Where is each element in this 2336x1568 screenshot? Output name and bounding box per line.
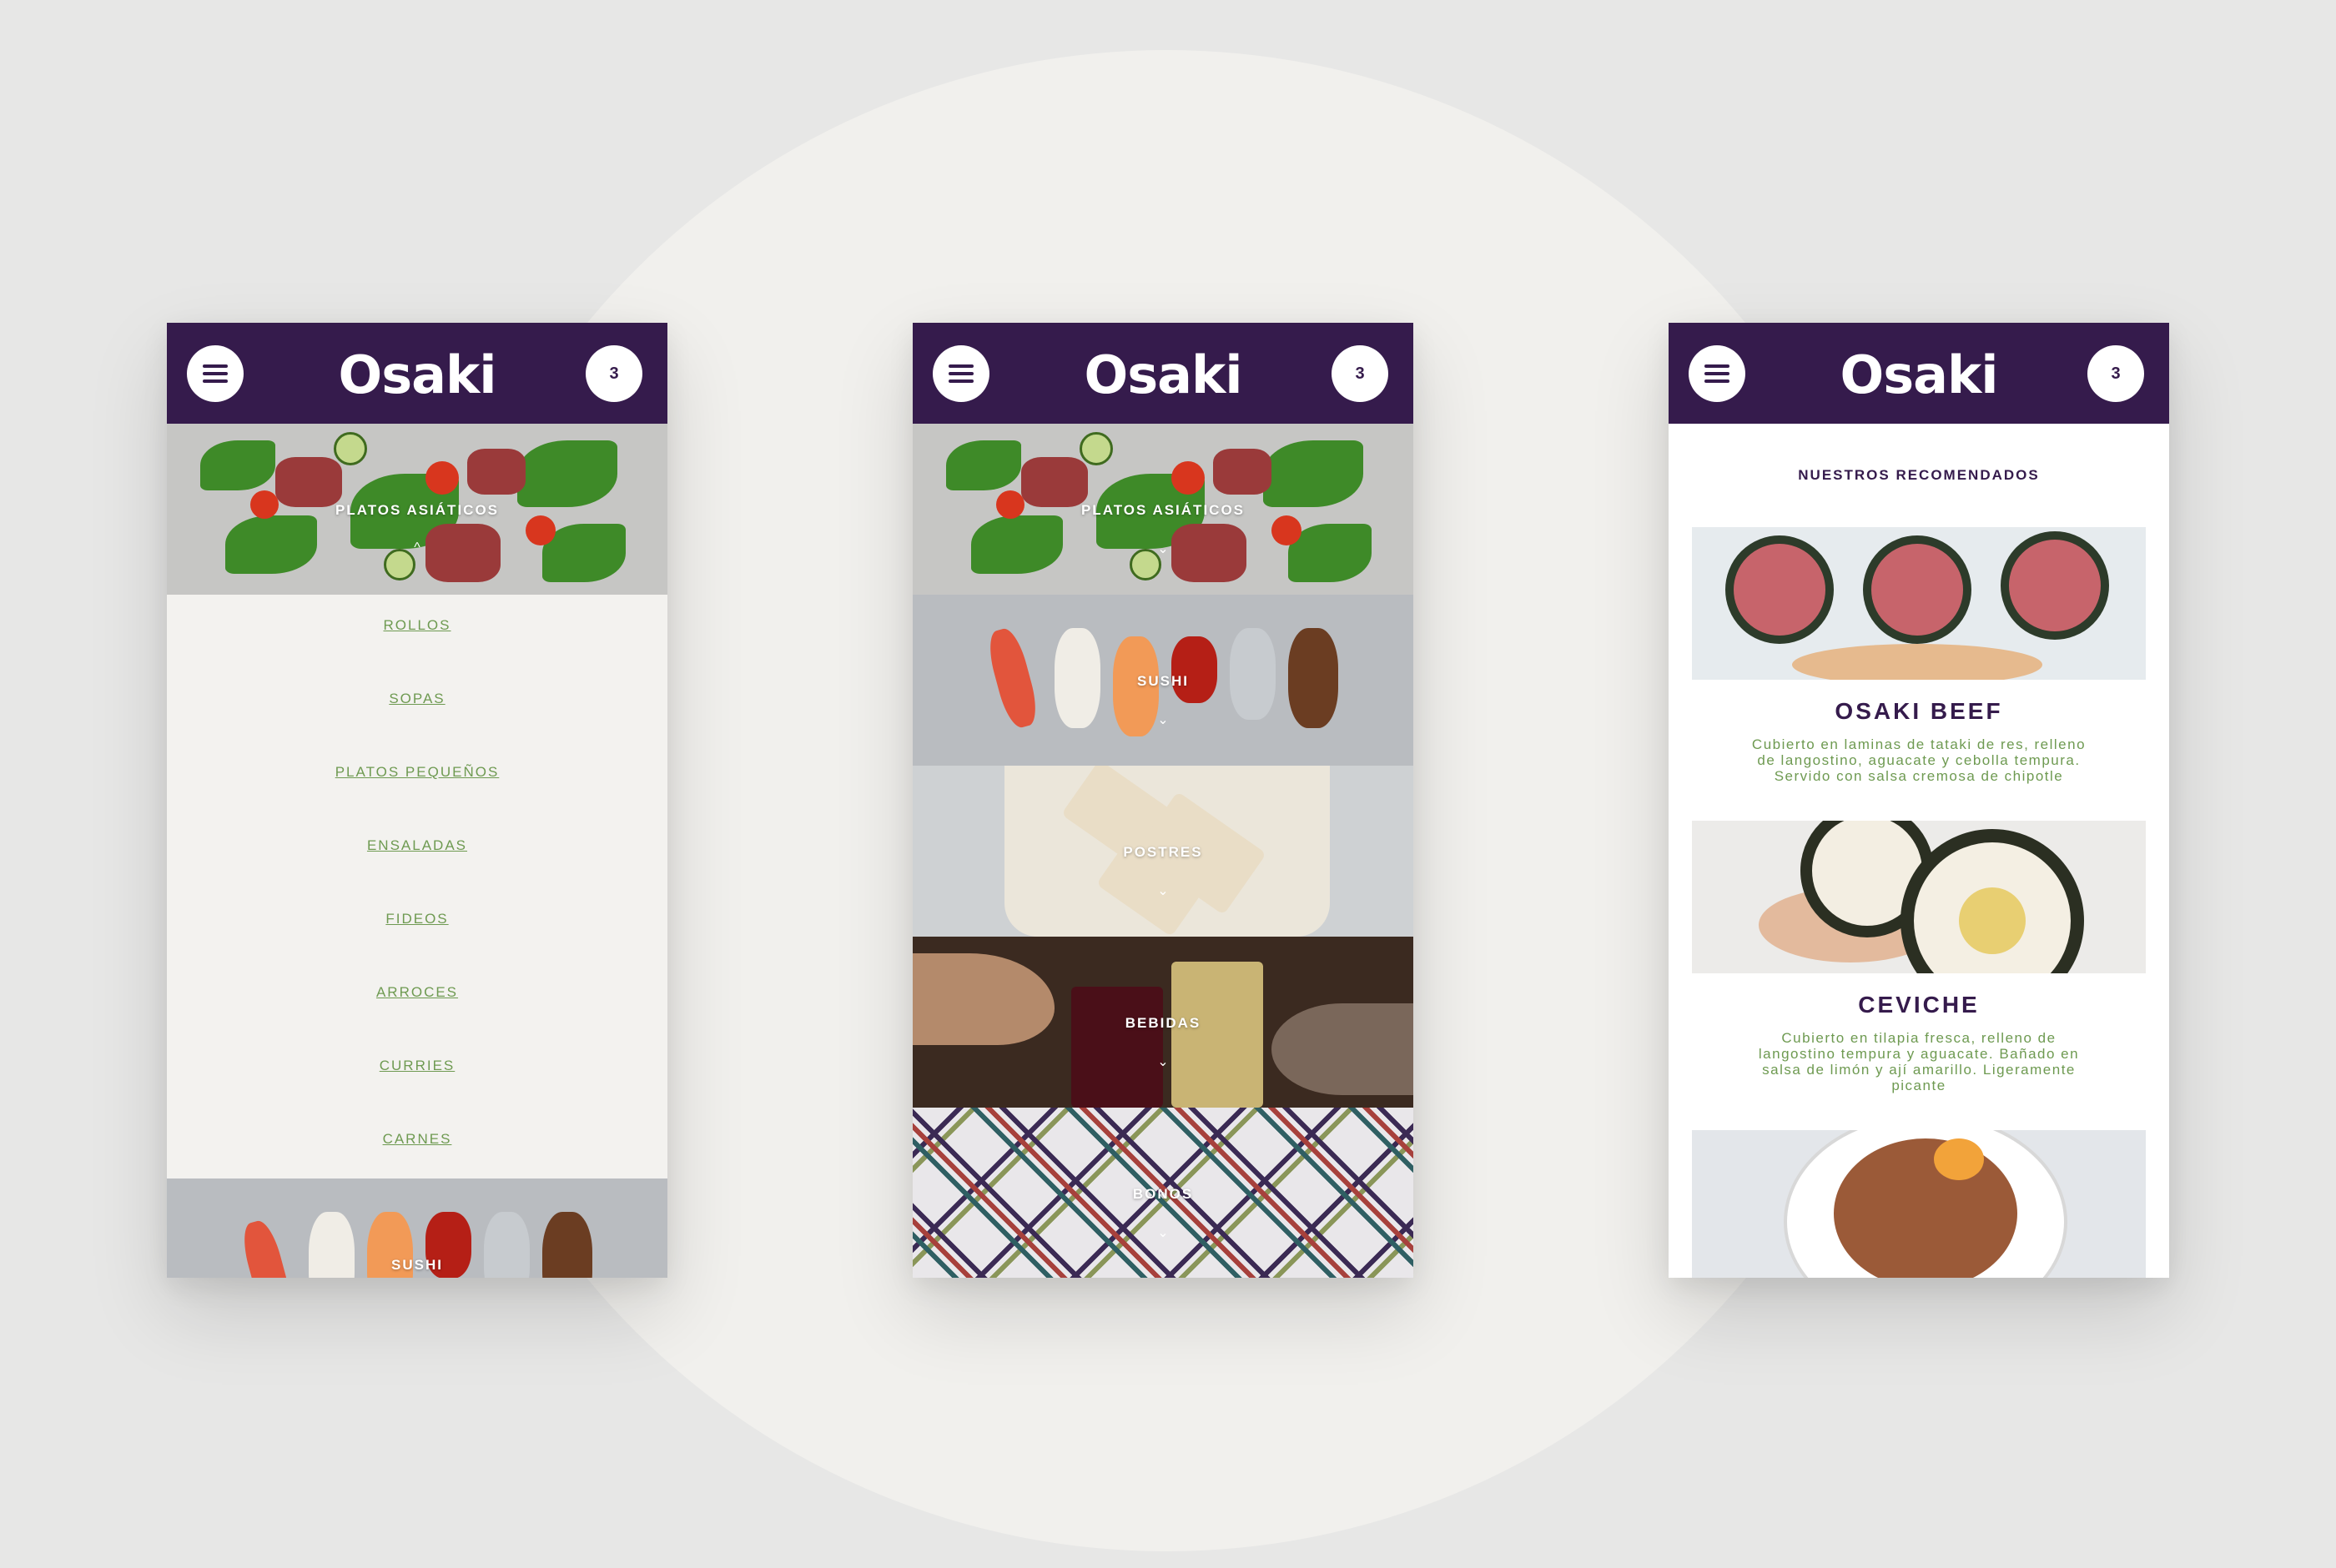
submenu-list: ROLLOS SOPAS PLATOS PEQUEÑOS ENSALADAS F…	[167, 595, 667, 1179]
submenu-item-platos-pequenos[interactable]: PLATOS PEQUEÑOS	[167, 765, 667, 838]
category-label: BEBIDAS	[1125, 1015, 1201, 1031]
cart-count-button[interactable]: 3	[586, 345, 642, 402]
phone-screen-submenu: Osaki 3 PLATOS ASIÁTICOS ^ ROLLOS SOPAS …	[167, 323, 667, 1278]
category-tile-sushi[interactable]: SUSHI ⌄	[913, 595, 1413, 766]
phone-screen-recommended: Osaki 3 NUESTROS RECOMENDADOS OSAKI BEEF…	[1669, 323, 2169, 1278]
cart-count-button[interactable]: 3	[2087, 345, 2144, 402]
chevron-down-icon: ⌄	[1157, 1226, 1169, 1240]
chevron-down-icon: ⌄	[1157, 1055, 1169, 1069]
cart-count-button[interactable]: 3	[1332, 345, 1388, 402]
submenu-item-arroces[interactable]: ARROCES	[167, 985, 667, 1058]
submenu-item-fideos[interactable]: FIDEOS	[167, 912, 667, 985]
category-tile-bonos[interactable]: BONOS ⌄	[913, 1108, 1413, 1278]
chevron-down-icon: ⌄	[1157, 713, 1169, 727]
category-label: PLATOS ASIÁTICOS	[1080, 502, 1246, 518]
chevron-up-icon: ^	[414, 540, 420, 555]
category-tile-bebidas[interactable]: BEBIDAS ⌄	[913, 937, 1413, 1108]
category-label: SUSHI	[391, 1257, 443, 1273]
category-tile-sushi[interactable]: SUSHI	[167, 1179, 667, 1278]
dish-description: Cubierto en tilapia fresca, relleno de l…	[1758, 1030, 2080, 1093]
recommended-item-partial[interactable]	[1669, 1130, 2169, 1278]
section-title: NUESTROS RECOMENDADOS	[1798, 467, 2040, 483]
dish-image	[1692, 527, 2146, 680]
category-label: PLATOS ASIÁTICOS	[335, 502, 500, 518]
app-header: Osaki 3	[1669, 323, 2169, 424]
category-tile-postres[interactable]: POSTRES ⌄	[913, 766, 1413, 937]
submenu-item-rollos[interactable]: ROLLOS	[167, 618, 667, 691]
app-header: Osaki 3	[913, 323, 1413, 424]
phone-screen-categories: Osaki 3 PLATOS ASIÁTICOS ⌄ SUSHI ⌄ POSTR	[913, 323, 1413, 1278]
dish-name: CEVICHE	[1858, 992, 1980, 1018]
recommended-item[interactable]: CEVICHE Cubierto en tilapia fresca, rell…	[1669, 821, 2169, 1093]
app-header: Osaki 3	[167, 323, 667, 424]
category-tile-platos-asiaticos[interactable]: PLATOS ASIÁTICOS ^	[167, 424, 667, 595]
chevron-down-icon: ⌄	[1157, 542, 1169, 556]
category-label: SUSHI	[1137, 673, 1189, 689]
recommended-item[interactable]: OSAKI BEEF Cubierto en laminas de tataki…	[1669, 527, 2169, 784]
chevron-down-icon: ⌄	[1157, 884, 1169, 898]
submenu-item-curries[interactable]: CURRIES	[167, 1058, 667, 1132]
dish-image	[1692, 821, 2146, 973]
dish-image	[1692, 1130, 2146, 1278]
submenu-item-ensaladas[interactable]: ENSALADAS	[167, 838, 667, 912]
category-label: POSTRES	[1123, 844, 1203, 860]
dish-description: Cubierto en laminas de tataki de res, re…	[1751, 736, 2087, 784]
submenu-item-sopas[interactable]: SOPAS	[167, 691, 667, 765]
category-tile-platos-asiaticos[interactable]: PLATOS ASIÁTICOS ⌄	[913, 424, 1413, 595]
category-label: BONOS	[1132, 1186, 1194, 1202]
dish-name: OSAKI BEEF	[1835, 698, 2003, 724]
